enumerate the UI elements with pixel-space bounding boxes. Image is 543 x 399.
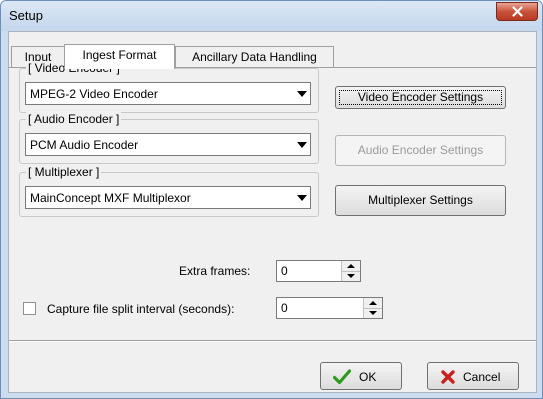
spin-down-button[interactable] xyxy=(342,271,360,281)
tab-ingest-format[interactable]: Ingest Format xyxy=(64,44,175,69)
ingest-format-page: [ Video Encoder ] MPEG-2 Video Encoder V… xyxy=(9,61,536,330)
extra-frames-spinner[interactable]: 0 xyxy=(276,260,361,282)
multiplexer-select[interactable]: MainConcept MXF Multiplexor xyxy=(25,186,311,209)
capture-split-checkbox[interactable] xyxy=(23,302,36,315)
capture-split-spin-buttons xyxy=(363,298,382,318)
arrow-down-icon xyxy=(369,311,377,315)
video-encoder-select[interactable]: MPEG-2 Video Encoder xyxy=(25,82,311,105)
extra-frames-spin-buttons xyxy=(341,261,360,281)
close-icon xyxy=(512,6,523,17)
footer-divider-highlight xyxy=(9,341,536,342)
window-title: Setup xyxy=(9,8,43,23)
setup-dialog: Setup Input Ingest Format Ancillary Data… xyxy=(0,0,543,399)
video-encoder-group: [ Video Encoder ] MPEG-2 Video Encoder xyxy=(19,61,319,113)
extra-frames-label: Extra frames: xyxy=(179,264,251,278)
multiplexer-group-label: [ Multiplexer ] xyxy=(26,165,102,179)
ok-label: OK xyxy=(359,370,377,384)
ok-button[interactable]: OK xyxy=(320,362,402,390)
chevron-down-icon[interactable] xyxy=(297,195,307,201)
multiplexer-group: [ Multiplexer ] MainConcept MXF Multiple… xyxy=(19,165,319,217)
tab-ancillary-data-handling[interactable]: Ancillary Data Handling xyxy=(175,46,334,67)
audio-encoder-group: [ Audio Encoder ] PCM Audio Encoder xyxy=(19,112,319,164)
spin-down-button[interactable] xyxy=(364,308,382,318)
dialog-client-area: Input Ingest Format Ancillary Data Handl… xyxy=(8,31,537,393)
chevron-down-icon[interactable] xyxy=(297,142,307,148)
focus-ring xyxy=(339,90,502,105)
cancel-x-icon xyxy=(441,370,455,384)
capture-split-spinner[interactable]: 0 xyxy=(276,297,383,319)
arrow-down-icon xyxy=(347,274,355,278)
audio-encoder-selected-value: PCM Audio Encoder xyxy=(30,138,139,152)
close-button[interactable] xyxy=(496,2,538,21)
audio-encoder-settings-label: Audio Encoder Settings xyxy=(357,143,484,157)
video-encoder-settings-button[interactable]: Video Encoder Settings xyxy=(335,86,506,109)
chevron-down-icon[interactable] xyxy=(297,91,307,97)
video-encoder-selected-value: MPEG-2 Video Encoder xyxy=(30,87,158,101)
tab-strip: Input Ingest Format Ancillary Data Handl… xyxy=(9,44,536,69)
audio-encoder-settings-button: Audio Encoder Settings xyxy=(335,135,506,166)
arrow-up-icon xyxy=(369,301,377,305)
multiplexer-selected-value: MainConcept MXF Multiplexor xyxy=(30,191,191,205)
audio-encoder-select[interactable]: PCM Audio Encoder xyxy=(25,133,311,156)
checkmark-icon xyxy=(333,369,351,385)
extra-frames-value[interactable]: 0 xyxy=(281,264,288,278)
cancel-label: Cancel xyxy=(463,370,501,384)
tab-ancillary-data-handling-label: Ancillary Data Handling xyxy=(192,50,317,64)
multiplexer-settings-label: Multiplexer Settings xyxy=(368,193,473,207)
audio-encoder-group-label: [ Audio Encoder ] xyxy=(26,112,122,126)
title-bar[interactable]: Setup xyxy=(1,1,542,31)
capture-split-label[interactable]: Capture file split interval (seconds): xyxy=(47,302,234,316)
cancel-button[interactable]: Cancel xyxy=(427,362,519,390)
capture-split-value[interactable]: 0 xyxy=(281,301,288,315)
tab-ingest-format-label: Ingest Format xyxy=(82,48,157,62)
multiplexer-settings-button[interactable]: Multiplexer Settings xyxy=(335,185,506,216)
arrow-up-icon xyxy=(347,264,355,268)
